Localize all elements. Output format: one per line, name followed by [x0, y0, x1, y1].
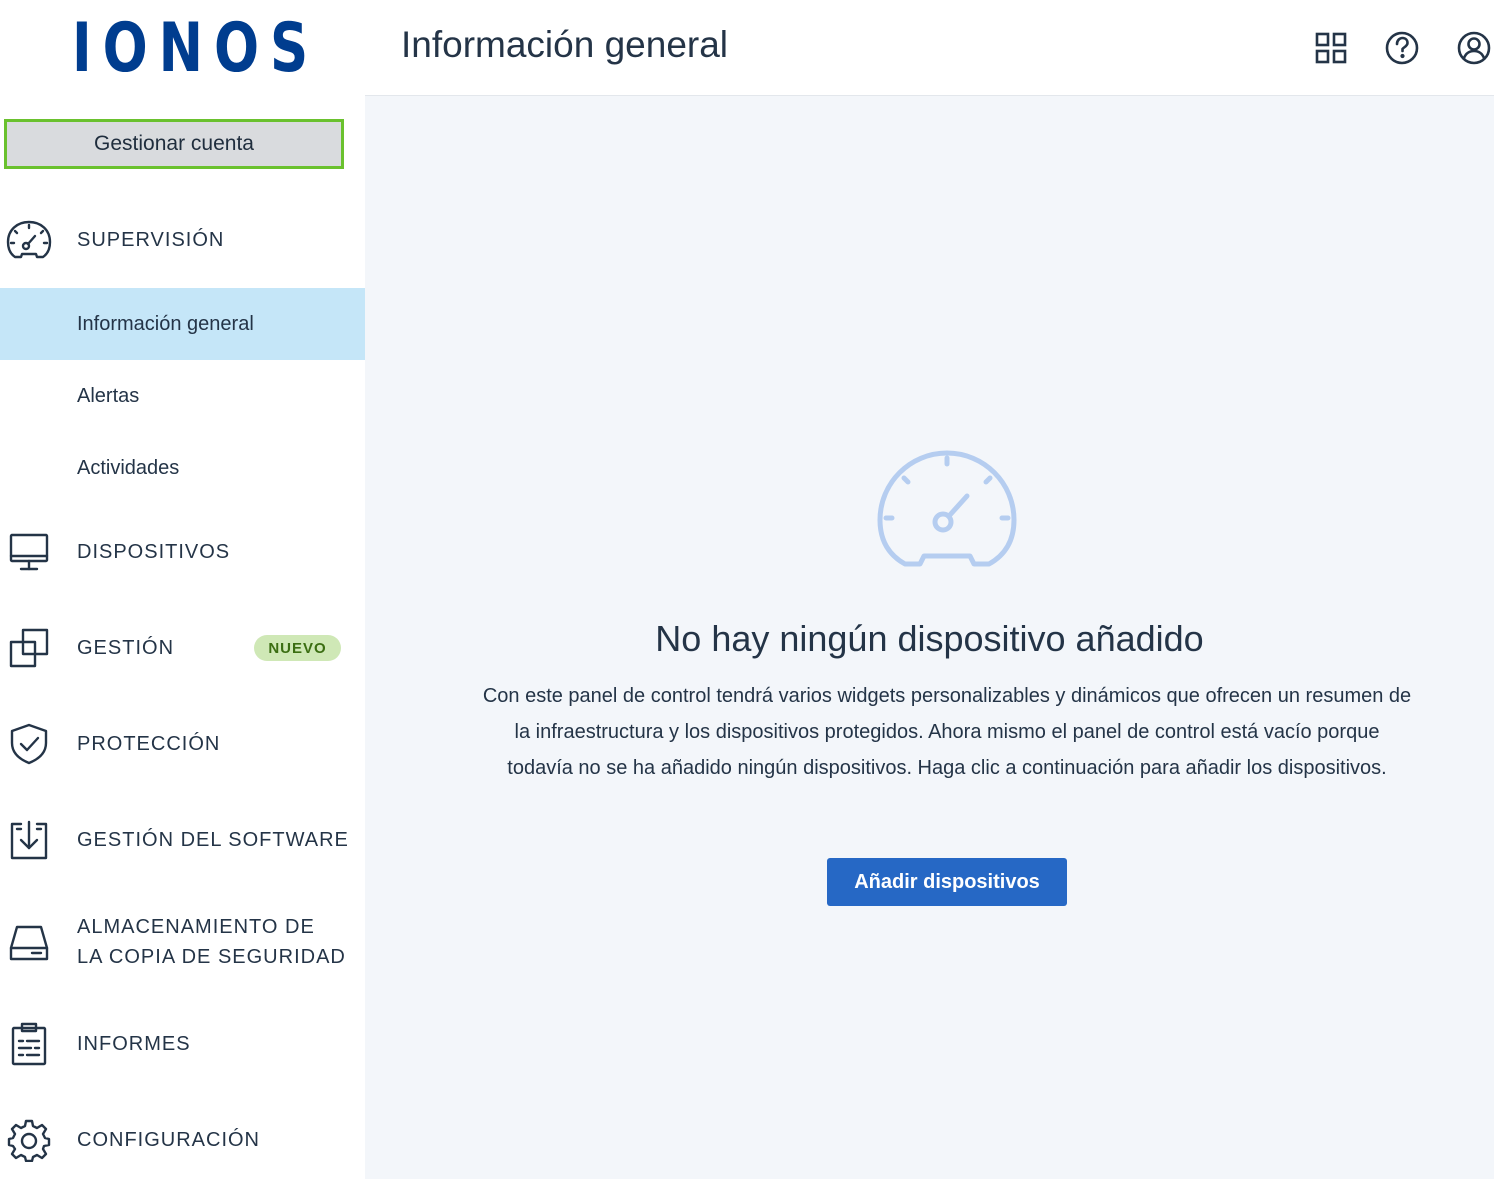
gear-icon: [6, 1117, 52, 1163]
clipboard-report-icon: [6, 1021, 52, 1067]
nav-section-informes[interactable]: INFORMES: [0, 1019, 365, 1069]
monitor-icon: [6, 529, 52, 575]
sidebar: IONOS Gestionar cuenta SUPERVISIÓN Infor…: [0, 0, 365, 1179]
empty-state-title: No hay ningún dispositivo añadido: [655, 618, 1204, 659]
sidebar-item-alertas[interactable]: Alertas: [0, 360, 365, 432]
sidebar-item-informacion-general[interactable]: Información general: [0, 288, 365, 360]
nav-section-proteccion[interactable]: PROTECCIÓN: [0, 719, 365, 769]
sidebar-item-label: Actividades: [77, 456, 180, 479]
top-header: Información general: [365, 0, 1494, 96]
nav-section-label-line2: LA COPIA DE SEGURIDAD: [77, 946, 346, 968]
nav-section-gestion[interactable]: GESTIÓN NUEVO: [0, 623, 365, 673]
nav-section-label: CONFIGURACIÓN: [77, 1129, 260, 1151]
nav-section-dispositivos[interactable]: DISPOSITIVOS: [0, 527, 365, 577]
help-icon[interactable]: [1384, 30, 1420, 66]
shield-check-icon: [6, 721, 52, 767]
sidebar-item-label: Alertas: [77, 384, 140, 407]
nav-section-label: GESTIÓN DEL SOFTWARE: [77, 829, 349, 851]
hard-drive-icon: [6, 920, 52, 966]
nav-section-supervision[interactable]: SUPERVISIÓN: [0, 215, 365, 265]
sidebar-item-label: Información general: [77, 312, 254, 335]
user-account-icon[interactable]: [1456, 30, 1492, 66]
nav-section-gestion-software[interactable]: GESTIÓN DEL SOFTWARE: [0, 815, 365, 865]
nav-section-label: PROTECCIÓN: [77, 733, 221, 755]
apps-grid-icon[interactable]: [1313, 30, 1349, 66]
empty-state-description: Con este panel de control tendrá varios …: [482, 685, 1412, 779]
main-content: No hay ningún dispositivo añadido Con es…: [365, 96, 1494, 1179]
nav-section-label: SUPERVISIÓN: [77, 229, 225, 251]
nav-section-label: GESTIÓN: [77, 637, 175, 659]
page-title: Información general: [401, 24, 729, 65]
nav-section-configuracion[interactable]: CONFIGURACIÓN: [0, 1115, 365, 1165]
nav-section-label: INFORMES: [77, 1033, 191, 1055]
new-badge: NUEVO: [254, 635, 341, 661]
manage-account-button[interactable]: Gestionar cuenta: [4, 119, 344, 169]
speedometer-icon: [877, 450, 1017, 572]
speedometer-icon: [6, 217, 52, 263]
nav-section-label-line1: ALMACENAMIENTO DE: [77, 916, 315, 938]
nav-section-label: ALMACENAMIENTO DE LA COPIA DE SEGURIDAD: [77, 912, 346, 972]
sidebar-item-actividades[interactable]: Actividades: [0, 432, 365, 504]
add-devices-button[interactable]: Añadir dispositivos: [827, 858, 1067, 906]
ionos-logo[interactable]: IONOS: [72, 14, 319, 84]
nav-section-label: DISPOSITIVOS: [77, 541, 231, 563]
app-window: IONOS Gestionar cuenta SUPERVISIÓN Infor…: [0, 0, 1494, 1179]
nav-section-almacenamiento[interactable]: ALMACENAMIENTO DE LA COPIA DE SEGURIDAD: [0, 910, 365, 976]
copy-windows-icon: [6, 625, 52, 671]
download-box-icon: [6, 817, 52, 863]
